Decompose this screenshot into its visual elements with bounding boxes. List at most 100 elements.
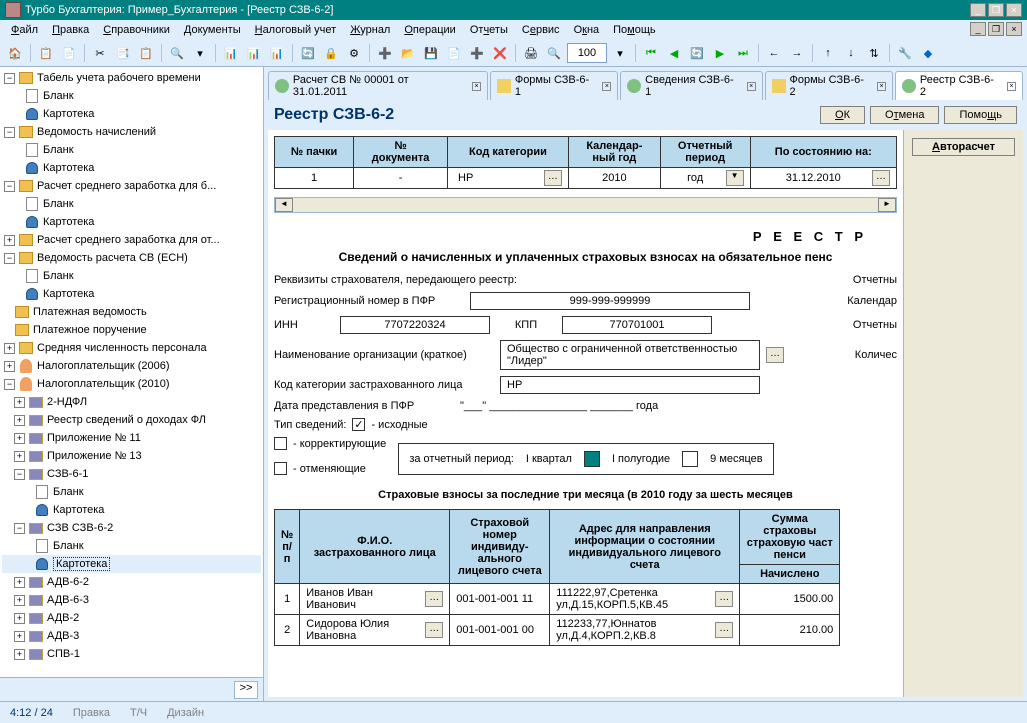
lock-icon[interactable]: 🔒 xyxy=(321,43,341,63)
param-value[interactable]: НР xyxy=(454,172,542,184)
child-restore-button[interactable]: ❐ xyxy=(988,22,1004,36)
tree-item-label[interactable]: Картотека xyxy=(53,504,104,516)
tree-item-label[interactable]: Картотека xyxy=(53,557,110,571)
chart2-icon[interactable]: 📊 xyxy=(244,43,264,63)
close-tab-icon[interactable]: × xyxy=(602,82,611,91)
tree-item-label[interactable]: Картотека xyxy=(43,162,94,174)
menu-ops[interactable]: Операции xyxy=(398,22,461,38)
checkbox-corrective[interactable] xyxy=(274,437,287,450)
menu-help[interactable]: Помощь xyxy=(607,22,662,38)
tree-item-label[interactable]: Бланк xyxy=(53,486,84,498)
doc-tab[interactable]: Сведения СЗВ-6-1× xyxy=(620,71,762,100)
reg-number-field[interactable]: 999-999-999999 xyxy=(470,292,750,310)
menu-edit[interactable]: Правка xyxy=(46,22,95,38)
doc-tab[interactable]: Формы СЗВ-6-1× xyxy=(490,71,618,100)
param-value[interactable]: год xyxy=(667,172,724,184)
org-name-field[interactable]: Общество с ограниченной ответственностью… xyxy=(500,340,760,370)
paste2-icon[interactable]: 📋 xyxy=(136,43,156,63)
doc-tab[interactable]: Расчет СВ № 00001 от 31.01.2011× xyxy=(268,71,488,100)
nav-prev-icon[interactable]: ◀ xyxy=(664,43,684,63)
tree-item-label[interactable]: СЗВ СЗВ-6-2 xyxy=(47,522,113,534)
status-tc[interactable]: Т/Ч xyxy=(130,707,147,719)
tree-item-label[interactable]: Бланк xyxy=(43,198,74,210)
arrow-down-icon[interactable]: ↓ xyxy=(841,43,861,63)
cancel-button[interactable]: Отмена xyxy=(870,106,939,124)
menu-journal[interactable]: Журнал xyxy=(344,22,396,38)
tree-item-label[interactable]: СЗВ-6-1 xyxy=(47,468,88,480)
status-design[interactable]: Дизайн xyxy=(167,707,204,719)
menu-docs[interactable]: Документы xyxy=(178,22,247,38)
param-value[interactable]: - xyxy=(354,168,448,189)
maximize-button[interactable]: ❐ xyxy=(988,3,1004,17)
navigation-tree[interactable]: −Табель учета рабочего времени Бланк Кар… xyxy=(0,67,264,677)
child-minimize-button[interactable]: _ xyxy=(970,22,986,36)
tree-item-label[interactable]: Приложение № 11 xyxy=(47,432,141,444)
period-box-q1[interactable] xyxy=(584,451,600,467)
checkbox-cancel[interactable] xyxy=(274,462,287,475)
category-code-field[interactable]: НР xyxy=(500,376,760,394)
tree-item-label[interactable]: АДВ-3 xyxy=(47,630,79,642)
tree-item-label[interactable]: АДВ-6-3 xyxy=(47,594,89,606)
doc-icon[interactable]: 📄 xyxy=(444,43,464,63)
close-tab-icon[interactable]: × xyxy=(1007,82,1016,91)
tree-item-label[interactable]: Табель учета рабочего времени xyxy=(37,72,201,84)
tree-item-label[interactable]: Бланк xyxy=(53,540,84,552)
ok-button[interactable]: ОК xyxy=(820,106,865,124)
ellipsis-button[interactable]: … xyxy=(872,170,890,186)
tree-item-label[interactable]: Расчет среднего заработка для б... xyxy=(37,180,216,192)
tree-item-label[interactable]: Ведомость начислений xyxy=(37,126,156,138)
status-edit[interactable]: Правка xyxy=(73,707,110,719)
arrow-left-icon[interactable]: ← xyxy=(764,43,784,63)
autorun-button[interactable]: Авторасчет xyxy=(912,138,1015,156)
zoom-input[interactable] xyxy=(567,43,607,63)
zoom-dropdown-icon[interactable]: ▾ xyxy=(610,43,630,63)
close-button[interactable]: × xyxy=(1006,3,1022,17)
close-tab-icon[interactable]: × xyxy=(877,82,886,91)
copy2-icon[interactable]: 📑 xyxy=(113,43,133,63)
tree-item-label[interactable]: Бланк xyxy=(43,144,74,156)
period-box-h1[interactable] xyxy=(682,451,698,467)
chart3-icon[interactable]: 📊 xyxy=(267,43,287,63)
tree-item-label[interactable]: СПВ-1 xyxy=(47,648,80,660)
tree-item-label[interactable]: Платежное поручение xyxy=(33,324,147,336)
open-icon[interactable]: 📂 xyxy=(398,43,418,63)
cut-icon[interactable]: ✂ xyxy=(90,43,110,63)
preview-icon[interactable]: 🔍 xyxy=(544,43,564,63)
menu-file[interactable]: Файл xyxy=(5,22,44,38)
nav-next-icon[interactable]: ▶ xyxy=(710,43,730,63)
tool1-icon[interactable]: 🔧 xyxy=(895,43,915,63)
sort-icon[interactable]: ⇅ xyxy=(864,43,884,63)
tree-item-label[interactable]: Картотека xyxy=(43,216,94,228)
tree-item-label[interactable]: Налогоплательщик (2006) xyxy=(37,360,170,372)
nav-last-icon[interactable]: ⏭ xyxy=(733,43,753,63)
ellipsis-button[interactable]: … xyxy=(766,347,784,363)
tree-item-label[interactable]: Средняя численность персонала xyxy=(37,342,207,354)
delete-icon[interactable]: ❌ xyxy=(490,43,510,63)
arrow-right-icon[interactable]: → xyxy=(787,43,807,63)
tree-item-label[interactable]: Бланк xyxy=(43,90,74,102)
minimize-button[interactable]: _ xyxy=(970,3,986,17)
doc-tab[interactable]: Формы СЗВ-6-2× xyxy=(765,71,893,100)
kpp-field[interactable]: 770701001 xyxy=(562,316,712,334)
table-row[interactable]: 2 Сидорова Юлия Ивановна… 001-001-001 00… xyxy=(275,615,840,646)
menu-tax[interactable]: Налоговый учет xyxy=(249,22,343,38)
tree-item-label[interactable]: Реестр сведений о доходах ФЛ xyxy=(47,414,206,426)
child-close-button[interactable]: × xyxy=(1006,22,1022,36)
paste-icon[interactable]: 📄 xyxy=(59,43,79,63)
menu-windows[interactable]: Окна xyxy=(568,22,606,38)
new-icon[interactable]: ➕ xyxy=(375,43,395,63)
ellipsis-button[interactable]: … xyxy=(715,622,733,638)
menu-reports[interactable]: Отчеты xyxy=(464,22,514,38)
chart-icon[interactable]: 📊 xyxy=(221,43,241,63)
nav-reload-icon[interactable]: 🔄 xyxy=(687,43,707,63)
ellipsis-button[interactable]: … xyxy=(544,170,562,186)
menu-refs[interactable]: Справочники xyxy=(97,22,176,38)
table-row[interactable]: 1 Иванов Иван Иванович… 001-001-001 11 1… xyxy=(275,584,840,615)
copy-icon[interactable]: 📋 xyxy=(36,43,56,63)
home-icon[interactable]: 🏠 xyxy=(5,43,25,63)
close-tab-icon[interactable]: × xyxy=(472,82,481,91)
tree-item-label[interactable]: АДВ-6-2 xyxy=(47,576,89,588)
ellipsis-button[interactable]: … xyxy=(715,591,733,607)
checkbox-initial[interactable]: ✓ xyxy=(352,418,365,431)
tree-item-label[interactable]: Налогоплательщик (2010) xyxy=(37,378,170,390)
